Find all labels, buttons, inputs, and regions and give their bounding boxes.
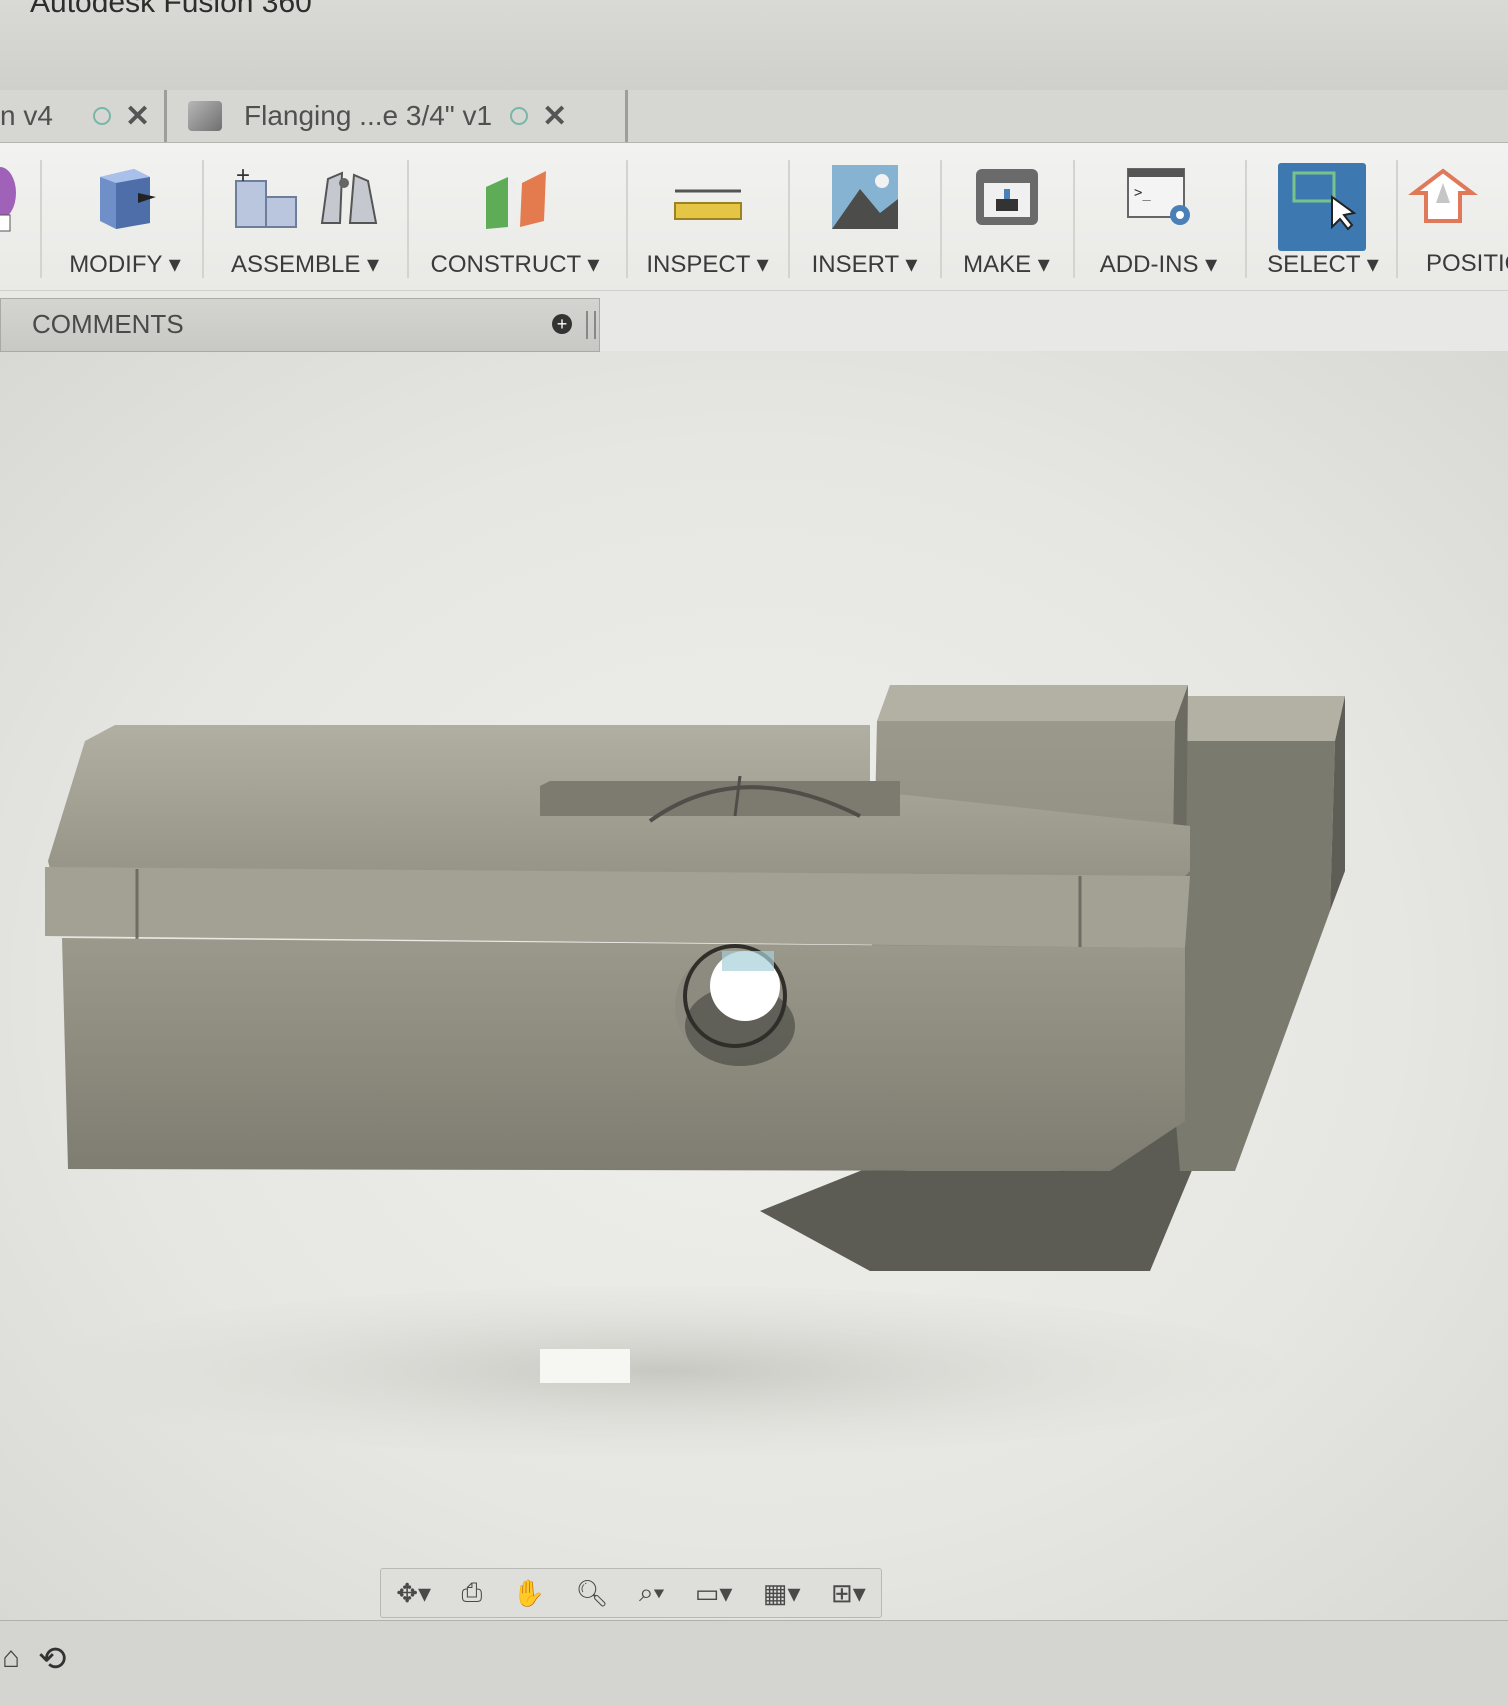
joint-icon (320, 171, 378, 224)
pan-hand-icon[interactable]: ✋ (513, 1578, 545, 1609)
tab-label: n v4 (0, 100, 53, 131)
modify-icon (100, 169, 156, 229)
status-bar: ⌂ ⟲ (0, 1620, 1508, 1706)
add-ins-label: ADD-INS ▾ (1099, 251, 1218, 278)
modify-label: MODIFY ▾ (69, 251, 181, 278)
comments-label: COMMENTS (32, 309, 184, 339)
panel-pin-icon[interactable] (586, 311, 596, 339)
add-icon[interactable]: + (552, 314, 572, 334)
3d-viewport[interactable] (0, 351, 1508, 1631)
3d-model[interactable] (0, 351, 1508, 1631)
select-cursor-icon (1292, 171, 1357, 231)
toolbar-separator (788, 160, 790, 278)
close-icon[interactable]: ✕ (542, 99, 567, 134)
window-title: Autodesk Fusion 360 (30, 0, 312, 19)
document-tab-bar: n v4 ✕ Flanging ...e 3/4" v1 ✕ + (0, 90, 1508, 224)
shadow-highlight (540, 1349, 630, 1383)
title-bar: Autodesk Fusion 360 (0, 0, 1508, 92)
zoom-icon[interactable]: 🔍︎ (576, 1578, 609, 1609)
upright-top (877, 685, 1188, 721)
position-label: POSITIO (1426, 250, 1508, 277)
toolbar-separator (40, 160, 42, 278)
viewports-icon[interactable]: ⊞▾ (831, 1578, 866, 1609)
toolbar-separator (940, 160, 942, 278)
toolbar-separator (1396, 160, 1398, 278)
tab-label: Flanging ...e 3/4" v1 (244, 100, 493, 131)
construct-menu[interactable]: CONSTRUCT ▾ (410, 143, 620, 290)
measure-icon (673, 189, 742, 220)
toolbar-separator (1245, 160, 1247, 278)
toolbar-separator (407, 160, 409, 278)
make-menu[interactable]: MAKE ▾ (944, 143, 1069, 290)
3d-print-icon (975, 169, 1038, 225)
document-icon (188, 101, 222, 131)
status-dot-icon (92, 107, 111, 125)
select-label: SELECT ▾ (1267, 251, 1379, 278)
modify-menu[interactable]: MODIFY ▾ (50, 143, 200, 290)
toolbar: MODIFY ▾ + ASSEMBLE ▾ CONSTRUCT ▾ INSPEC… (0, 143, 1508, 291)
base-lip (45, 867, 1190, 948)
look-at-icon[interactable]: ⎙ (461, 1577, 482, 1609)
navigation-bar: ✥▾ ⎙ ✋ 🔍︎ ⌕▾ ▭▾ ▦▾ ⊞▾ (380, 1568, 882, 1618)
position-menu[interactable]: POSITIO (1400, 143, 1508, 290)
base-front-face (62, 938, 1185, 1171)
insert-menu[interactable]: INSERT ▾ (792, 143, 937, 290)
fit-icon[interactable]: ⌕▾ (639, 1577, 664, 1609)
construct-label: CONSTRUCT ▾ (430, 251, 600, 278)
grid-settings-icon[interactable]: ▦▾ (763, 1578, 801, 1609)
display-settings-icon[interactable]: ▭▾ (695, 1578, 733, 1609)
timeline-icon[interactable]: ⌂ (2, 1641, 20, 1675)
select-menu[interactable]: SELECT ▾ (1248, 143, 1398, 290)
close-icon[interactable]: ✕ (125, 99, 150, 134)
create-sketch-icon[interactable] (0, 163, 30, 243)
svg-text:>_: >_ (1134, 185, 1151, 201)
svg-text:+: + (236, 163, 250, 189)
selection-marker (722, 951, 774, 971)
timeline-marker-icon[interactable]: ⟲ (38, 1639, 67, 1679)
ground-shadow (40, 1286, 1280, 1456)
right-block-top (1170, 696, 1345, 741)
inspect-label: INSPECT ▾ (646, 251, 769, 278)
assemble-label: ASSEMBLE ▾ (230, 251, 380, 278)
right-block-face (1170, 741, 1335, 1171)
comments-panel[interactable]: COMMENTS + (0, 298, 600, 352)
add-ins-menu[interactable]: >_ ADD-INS ▾ (1076, 143, 1241, 290)
new-component-icon: + (235, 163, 297, 228)
document-tab[interactable]: n v4 ✕ (0, 90, 167, 142)
position-icon (1408, 168, 1479, 223)
toolbar-separator (202, 160, 204, 278)
status-dot-icon (510, 107, 529, 125)
toolbar-separator (1073, 160, 1075, 278)
construct-plane-icon (486, 171, 546, 229)
toolbar-separator (626, 160, 628, 278)
insert-image-icon (831, 165, 898, 229)
assemble-menu[interactable]: + ASSEMBLE ▾ (205, 143, 405, 290)
document-tab-active[interactable]: Flanging ...e 3/4" v1 ✕ (168, 90, 628, 142)
insert-label: INSERT ▾ (811, 251, 918, 278)
inspect-menu[interactable]: INSPECT ▾ (630, 143, 785, 290)
make-label: MAKE ▾ (963, 251, 1050, 278)
scripts-icon: >_ (1126, 168, 1190, 225)
orbit-icon[interactable]: ✥▾ (396, 1578, 431, 1609)
